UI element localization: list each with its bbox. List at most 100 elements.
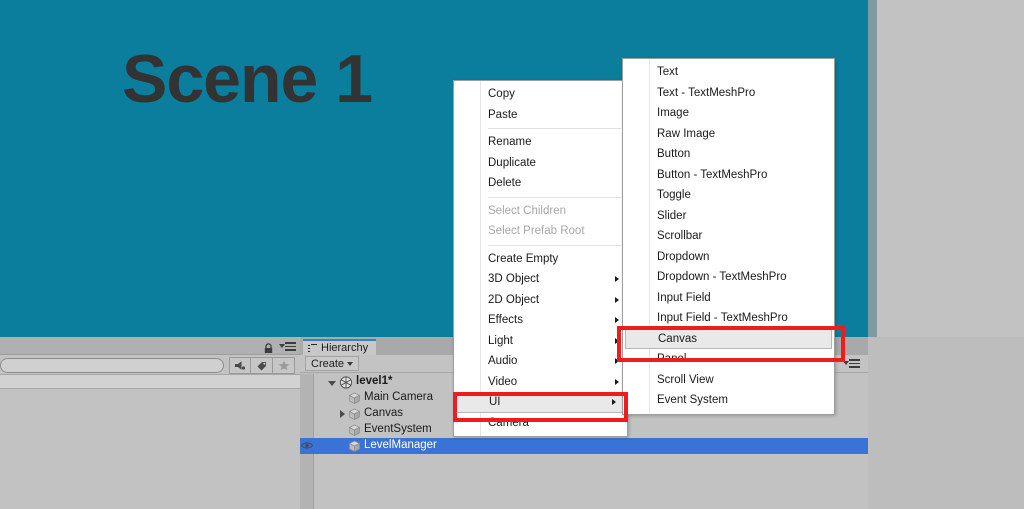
menu-separator [488, 197, 621, 198]
foldout-toggle-icon[interactable] [340, 410, 345, 418]
menu-item-copy[interactable]: Copy [454, 84, 627, 105]
menu-item-rename[interactable]: Rename [454, 132, 627, 153]
create-button[interactable]: Create [305, 356, 359, 371]
menu-item-label: Button - TextMeshPro [657, 169, 767, 181]
row-visibility-cell[interactable] [300, 438, 314, 454]
menu-item-light[interactable]: Light [454, 331, 627, 352]
menu-item-label: Scroll View [657, 374, 714, 386]
menu-item-label: Toggle [657, 189, 691, 201]
gameobject-cube-icon [348, 440, 361, 453]
menu-item-video[interactable]: Video [454, 372, 627, 393]
menu-item-label: Create Empty [488, 253, 558, 265]
gameobject-context-menu[interactable]: Copy Paste RenameDuplicate Delete Select Chi… [453, 80, 628, 437]
menu-item-3d-object[interactable]: 3D Object [454, 269, 627, 290]
menu-item-label: Button [657, 148, 690, 160]
project-filter-buttons[interactable] [229, 357, 295, 374]
menu-item-label: 3D Object [488, 273, 539, 285]
menu-item-label: Paste [488, 109, 517, 121]
menu-item-label: Dropdown - TextMeshPro [657, 271, 787, 283]
menu-item-label: Delete [488, 177, 521, 189]
gameobject-cube-icon [348, 392, 361, 405]
audio-filter-icon[interactable] [229, 357, 251, 374]
tag-filter-icon[interactable] [251, 357, 273, 374]
menu-item-delete[interactable]: Delete [454, 173, 627, 194]
menu-item-toggle[interactable]: Toggle [623, 185, 834, 206]
menu-item-input-field[interactable]: Input Field [623, 288, 834, 309]
scene-view-right-edge [868, 0, 877, 337]
menu-item-label: Audio [488, 355, 517, 367]
menu-item-label: Video [488, 376, 517, 388]
row-visibility-cell [300, 422, 314, 438]
menu-item-label: Image [657, 107, 689, 119]
menu-item-canvas[interactable]: Canvas [625, 329, 832, 350]
menu-item-paste[interactable]: Paste [454, 105, 627, 126]
foldout-toggle-icon[interactable] [328, 381, 336, 386]
menu-item-select-children: Select Children [454, 201, 627, 222]
foldout-placeholder [340, 394, 345, 402]
favorite-filter-icon[interactable] [273, 357, 295, 374]
menu-item-label: Scrollbar [657, 230, 702, 242]
hierarchy-row-label: LevelManager [364, 440, 437, 452]
foldout-placeholder [340, 442, 345, 450]
menu-item-ui[interactable]: UI [456, 392, 625, 413]
hierarchy-row-levelmanager[interactable]: LevelManager [300, 438, 868, 454]
hierarchy-list-icon [308, 344, 317, 353]
menu-item-text-textmeshpro[interactable]: Text - TextMeshPro [623, 83, 834, 104]
lock-icon[interactable] [263, 341, 274, 352]
menu-item-2d-object[interactable]: 2D Object [454, 290, 627, 311]
menu-item-slider[interactable]: Slider [623, 206, 834, 227]
menu-item-label: Input Field - TextMeshPro [657, 312, 788, 324]
foldout-placeholder [340, 426, 345, 434]
menu-item-scrollbar[interactable]: Scrollbar [623, 226, 834, 247]
menu-item-raw-image[interactable]: Raw Image [623, 124, 834, 145]
menu-item-label: Panel [657, 353, 686, 365]
unity-editor-screenshot: Scene 1 [0, 0, 1024, 509]
menu-item-text[interactable]: Text [623, 62, 834, 83]
menu-item-label: Canvas [658, 333, 697, 345]
menu-item-label: Slider [657, 210, 686, 222]
menu-item-create-empty[interactable]: Create Empty [454, 249, 627, 270]
tab-hierarchy-label: Hierarchy [321, 342, 368, 354]
menu-item-dropdown[interactable]: Dropdown [623, 247, 834, 268]
menu-item-scroll-view[interactable]: Scroll View [623, 370, 834, 391]
menu-item-effects[interactable]: Effects [454, 310, 627, 331]
row-visibility-cell [300, 390, 314, 406]
scene-title-text: Scene 1 [122, 45, 372, 113]
menu-item-audio[interactable]: Audio [454, 351, 627, 372]
eye-icon[interactable] [301, 441, 313, 450]
menu-item-label: Text [657, 66, 678, 78]
menu-item-button-textmeshpro[interactable]: Button - TextMeshPro [623, 165, 834, 186]
menu-item-label: UI [489, 396, 501, 408]
menu-item-dropdown-textmeshpro[interactable]: Dropdown - TextMeshPro [623, 267, 834, 288]
menu-item-camera[interactable]: Camera [454, 413, 627, 434]
scene-icon [339, 376, 353, 389]
menu-item-button[interactable]: Button [623, 144, 834, 165]
menu-item-label: 2D Object [488, 294, 539, 306]
project-content-area [0, 389, 300, 509]
menu-item-event-system[interactable]: Event System [623, 390, 834, 411]
submenu-arrow-icon [615, 317, 619, 323]
menu-item-label: Select Children [488, 205, 566, 217]
tab-hierarchy[interactable]: Hierarchy [303, 339, 376, 355]
hierarchy-row-label: Canvas [364, 408, 403, 420]
menu-item-label: Dropdown [657, 251, 709, 263]
menu-item-label: Camera [488, 417, 529, 429]
hierarchy-row-label: Main Camera [364, 392, 433, 404]
menu-item-label: Light [488, 335, 513, 347]
menu-item-input-field-textmeshpro[interactable]: Input Field - TextMeshPro [623, 308, 834, 329]
project-options-menu-icon[interactable] [279, 342, 296, 352]
gameobject-cube-icon [348, 408, 361, 421]
submenu-arrow-icon [615, 297, 619, 303]
menu-item-panel[interactable]: Panel [623, 349, 834, 370]
project-search-input[interactable] [0, 358, 224, 373]
submenu-arrow-icon [615, 358, 619, 364]
menu-item-image[interactable]: Image [623, 103, 834, 124]
hierarchy-options-menu-icon[interactable] [843, 359, 860, 369]
row-visibility-cell [300, 374, 314, 390]
ui-submenu[interactable]: Text Text - TextMeshPro Image Raw Image Butt… [622, 58, 835, 415]
menu-item-duplicate[interactable]: Duplicate [454, 153, 627, 174]
submenu-arrow-icon [615, 338, 619, 344]
submenu-arrow-icon [615, 276, 619, 282]
menu-item-label: Select Prefab Root [488, 225, 585, 237]
menu-item-label: Event System [657, 394, 728, 406]
